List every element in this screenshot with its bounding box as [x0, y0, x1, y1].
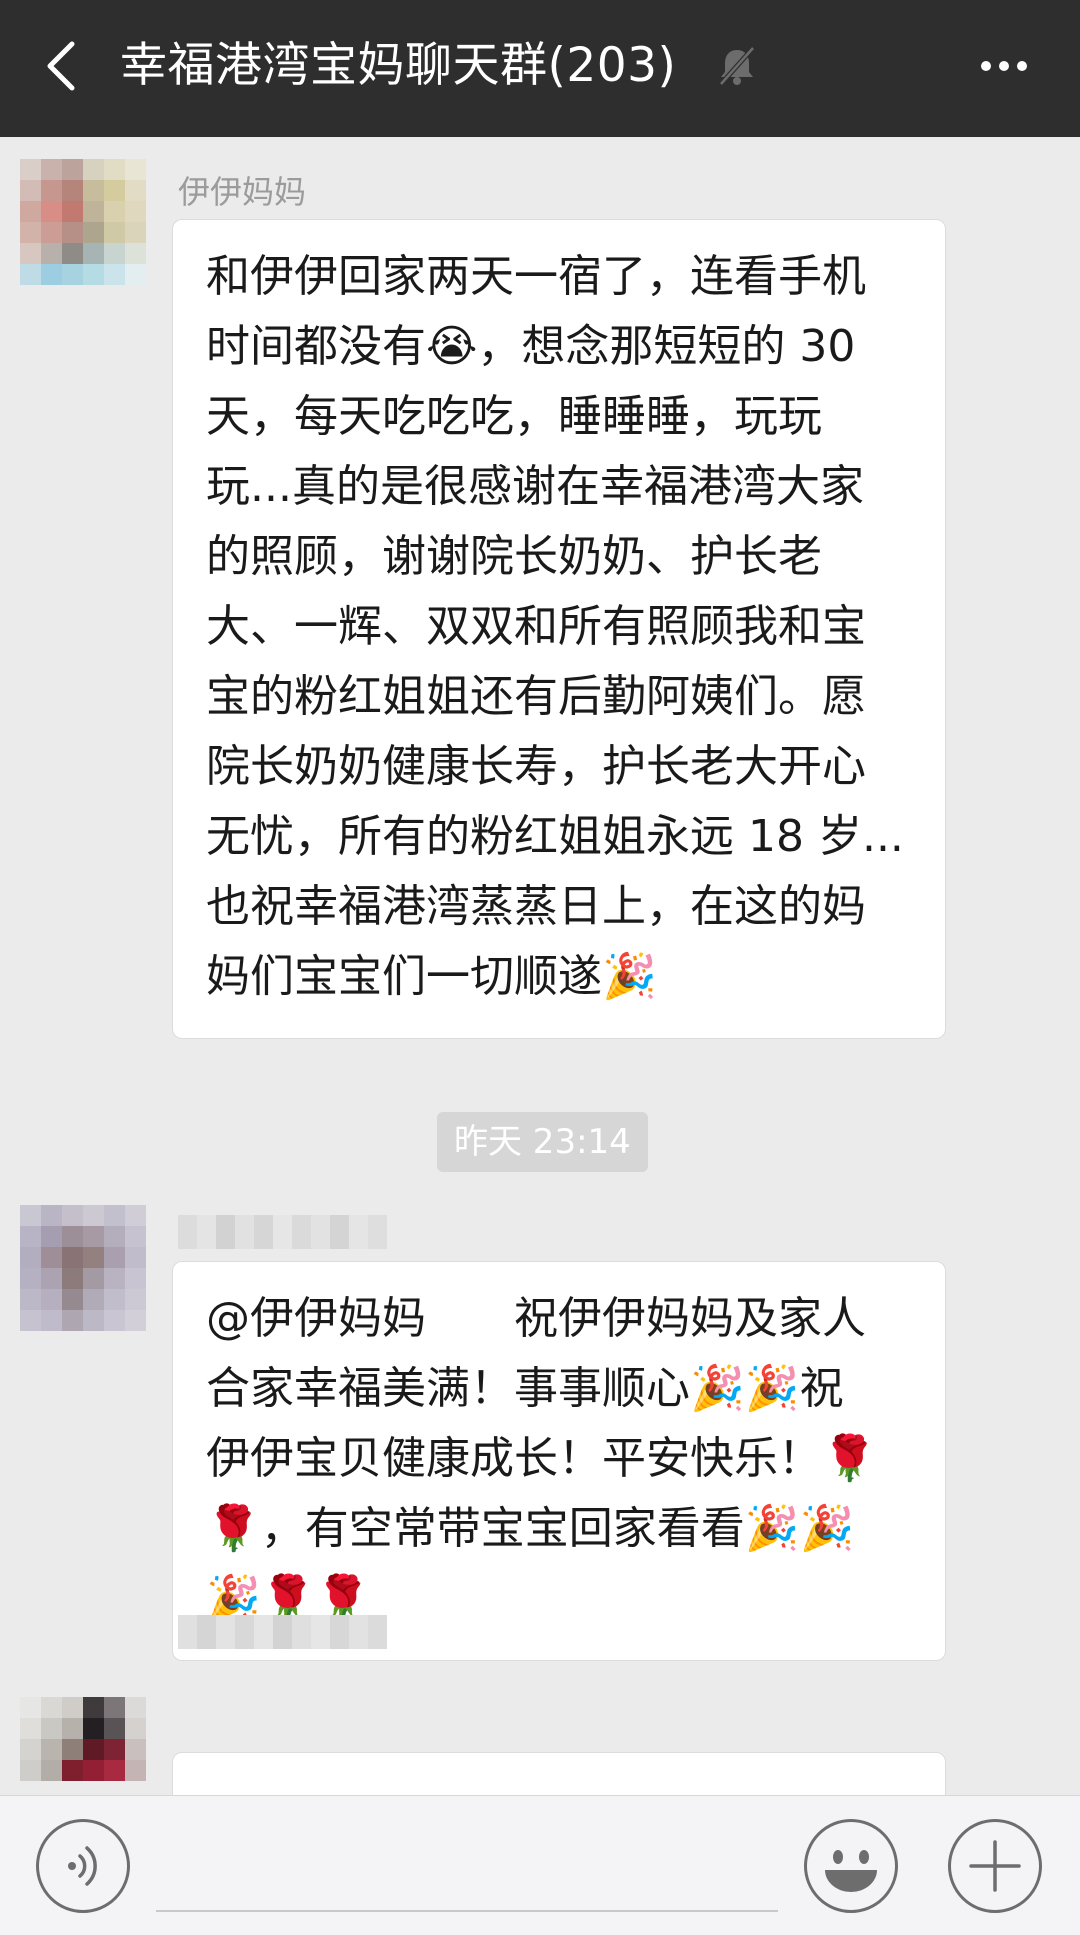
- message-bubble[interactable]: 和伊伊回家两天一宿了，连看手机 时间都没有😭，想念那短短的 30 天，每天吃吃吃…: [172, 219, 946, 1039]
- input-bar: [0, 1795, 1080, 1935]
- message-line: 的照顾，谢谢院长奶奶、护长老: [206, 531, 822, 582]
- sender-name-blurred: [178, 1615, 387, 1649]
- chat-title: 幸福港湾宝妈聊天群(203): [120, 38, 677, 93]
- more-dots-icon: [981, 61, 1027, 71]
- message-line: 伊伊宝贝健康成长！平安快乐！🌹: [206, 1433, 877, 1484]
- sender-name-blurred: [178, 1215, 387, 1249]
- message-line: 🌹，有空常带宝宝回家看看🎉🎉: [206, 1503, 855, 1554]
- more-button[interactable]: [956, 34, 1052, 98]
- emoji-button[interactable]: [804, 1819, 898, 1913]
- avatar[interactable]: [20, 159, 146, 285]
- emoji-face-icon: [825, 1850, 877, 1892]
- message-line: 无忧，所有的粉红姐姐永远 18 岁...: [206, 811, 904, 862]
- sender-name: 伊伊妈妈: [178, 173, 307, 211]
- chat-header: 幸福港湾宝妈聊天群(203): [0, 0, 1080, 137]
- message-bubble[interactable]: @伊伊妈妈 祝伊伊妈妈及家人 合家幸福美满！事事顺心🎉🎉祝 伊伊宝贝健康成长！平…: [172, 1261, 946, 1661]
- message-line: 合家幸福美满！事事顺心🎉🎉祝: [206, 1363, 844, 1414]
- chevron-left-icon: [47, 41, 75, 91]
- message-bubble[interactable]: [172, 1752, 946, 1795]
- voice-icon: [68, 1846, 97, 1886]
- message-line: 宝的粉红姐姐还有后勤阿姨们。愿: [206, 671, 866, 722]
- avatar[interactable]: [20, 1205, 146, 1331]
- voice-button[interactable]: [36, 1819, 130, 1913]
- back-button[interactable]: [30, 30, 102, 102]
- chat-area[interactable]: 伊伊妈妈 和伊伊回家两天一宿了，连看手机 时间都没有😭，想念那短短的 30 天，…: [0, 137, 1080, 1795]
- message-line: 玩...真的是很感谢在幸福港湾大家: [206, 461, 864, 512]
- timestamp: 昨天 23:14: [437, 1112, 648, 1172]
- message-line: 和伊伊回家两天一宿了，连看手机: [206, 251, 866, 302]
- avatar[interactable]: [20, 1697, 146, 1795]
- plus-icon: [969, 1840, 1021, 1892]
- message-line: 也祝幸福港湾蒸蒸日上，在这的妈: [206, 881, 866, 932]
- plus-button[interactable]: [948, 1819, 1042, 1913]
- message-line: 大、一辉、双双和所有照顾我和宝: [206, 601, 866, 652]
- message-line: @伊伊妈妈 祝伊伊妈妈及家人: [206, 1293, 866, 1344]
- message-input[interactable]: [156, 1816, 778, 1912]
- bell-muted-icon: [715, 44, 759, 88]
- message-line: 天，每天吃吃吃，睡睡睡，玩玩: [206, 391, 822, 442]
- message-line: 时间都没有😭，想念那短短的 30: [206, 321, 856, 372]
- message-line: 院长奶奶健康长寿，护长老大开心: [206, 741, 866, 792]
- message-line: 妈们宝宝们一切顺遂🎉: [206, 951, 657, 1002]
